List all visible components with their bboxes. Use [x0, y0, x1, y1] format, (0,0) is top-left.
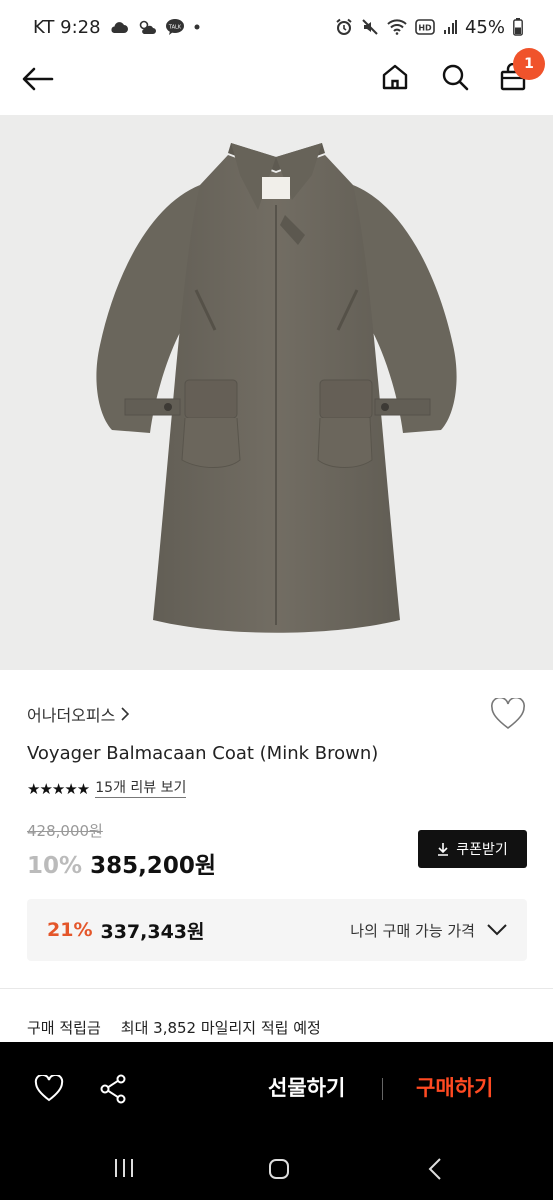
cart-count-badge: 1	[513, 48, 545, 80]
weather-icon	[137, 19, 157, 35]
chevron-down-icon	[487, 924, 507, 936]
gift-button[interactable]: 선물하기	[268, 1072, 345, 1102]
coupon-button[interactable]: 쿠폰받기	[418, 830, 527, 868]
hd-icon: HD	[415, 19, 435, 35]
brand-name: 어나더오피스	[27, 706, 116, 725]
svg-text:TALK: TALK	[167, 25, 181, 31]
search-button[interactable]	[440, 62, 470, 92]
cart-button[interactable]: 1	[499, 48, 545, 92]
brand-link[interactable]: 어나더오피스	[27, 702, 130, 726]
svg-text:HD: HD	[418, 24, 432, 33]
rating-row: ★★★★★ 15개 리뷰 보기	[27, 780, 187, 798]
system-nav-bar	[0, 1136, 553, 1200]
dot-icon	[193, 23, 201, 31]
wifi-icon	[387, 19, 407, 35]
status-bar: KT 9:28 TALK HD 45%	[0, 0, 553, 54]
share-button[interactable]	[99, 1074, 127, 1108]
discount-rate: 10%	[27, 853, 83, 879]
action-separator	[382, 1078, 383, 1100]
review-link[interactable]: 15개 리뷰 보기	[95, 780, 187, 798]
divider	[0, 988, 553, 989]
back-nav-button[interactable]	[428, 1158, 442, 1184]
share-icon	[100, 1074, 126, 1104]
bottom-wishlist-button[interactable]	[34, 1073, 64, 1106]
back-arrow-icon	[22, 67, 54, 91]
status-left: KT 9:28 TALK	[33, 17, 201, 38]
wishlist-button[interactable]	[490, 696, 526, 734]
home-circle-icon	[269, 1159, 289, 1179]
my-price-value: 337,343원	[100, 920, 205, 943]
points-value: 최대 3,852 마일리지 적립 예정	[120, 1019, 321, 1037]
home-icon	[382, 64, 408, 90]
my-discount-rate: 21%	[47, 919, 93, 941]
download-icon	[438, 843, 449, 856]
status-right: HD 45%	[335, 17, 523, 38]
bottom-action-bar: 선물하기 구매하기	[0, 1042, 553, 1136]
home-nav-button[interactable]	[268, 1158, 290, 1184]
heart-icon	[491, 696, 525, 730]
battery-icon	[513, 18, 523, 36]
star-rating-icon: ★★★★★	[27, 780, 90, 798]
points-label: 구매 적립금	[27, 1019, 101, 1037]
app-header: 1	[0, 48, 553, 114]
chevron-left-icon	[428, 1158, 441, 1180]
signal-icon	[443, 19, 457, 35]
original-price: 428,000원	[27, 822, 103, 840]
chevron-right-icon	[121, 707, 130, 721]
mute-icon	[361, 18, 379, 36]
alarm-icon	[335, 18, 353, 36]
cloud-icon	[109, 20, 129, 34]
coat-illustration	[96, 143, 457, 633]
back-button[interactable]	[20, 64, 56, 94]
coupon-label: 쿠폰받기	[456, 842, 508, 858]
my-price-label: 나의 구매 가능 가격	[350, 921, 475, 940]
price-row: 10% 385,200원	[27, 846, 216, 880]
my-price-dropdown[interactable]: 21% 337,343원 나의 구매 가능 가격	[27, 899, 527, 961]
product-name: Voyager Balmacaan Coat (Mink Brown)	[27, 743, 379, 764]
talk-icon: TALK	[165, 18, 185, 36]
search-icon	[442, 64, 469, 91]
sale-price: 385,200원	[90, 853, 216, 879]
carrier-time: KT 9:28	[33, 16, 101, 38]
recent-apps-button[interactable]	[113, 1158, 135, 1182]
battery-percent: 45%	[464, 16, 505, 38]
recent-apps-icon	[115, 1159, 133, 1177]
points-row: 구매 적립금 최대 3,852 마일리지 적립 예정	[27, 1017, 321, 1038]
buy-button[interactable]: 구매하기	[416, 1072, 493, 1102]
home-button[interactable]	[380, 62, 410, 92]
product-image[interactable]	[0, 115, 553, 670]
heart-icon	[34, 1073, 64, 1102]
